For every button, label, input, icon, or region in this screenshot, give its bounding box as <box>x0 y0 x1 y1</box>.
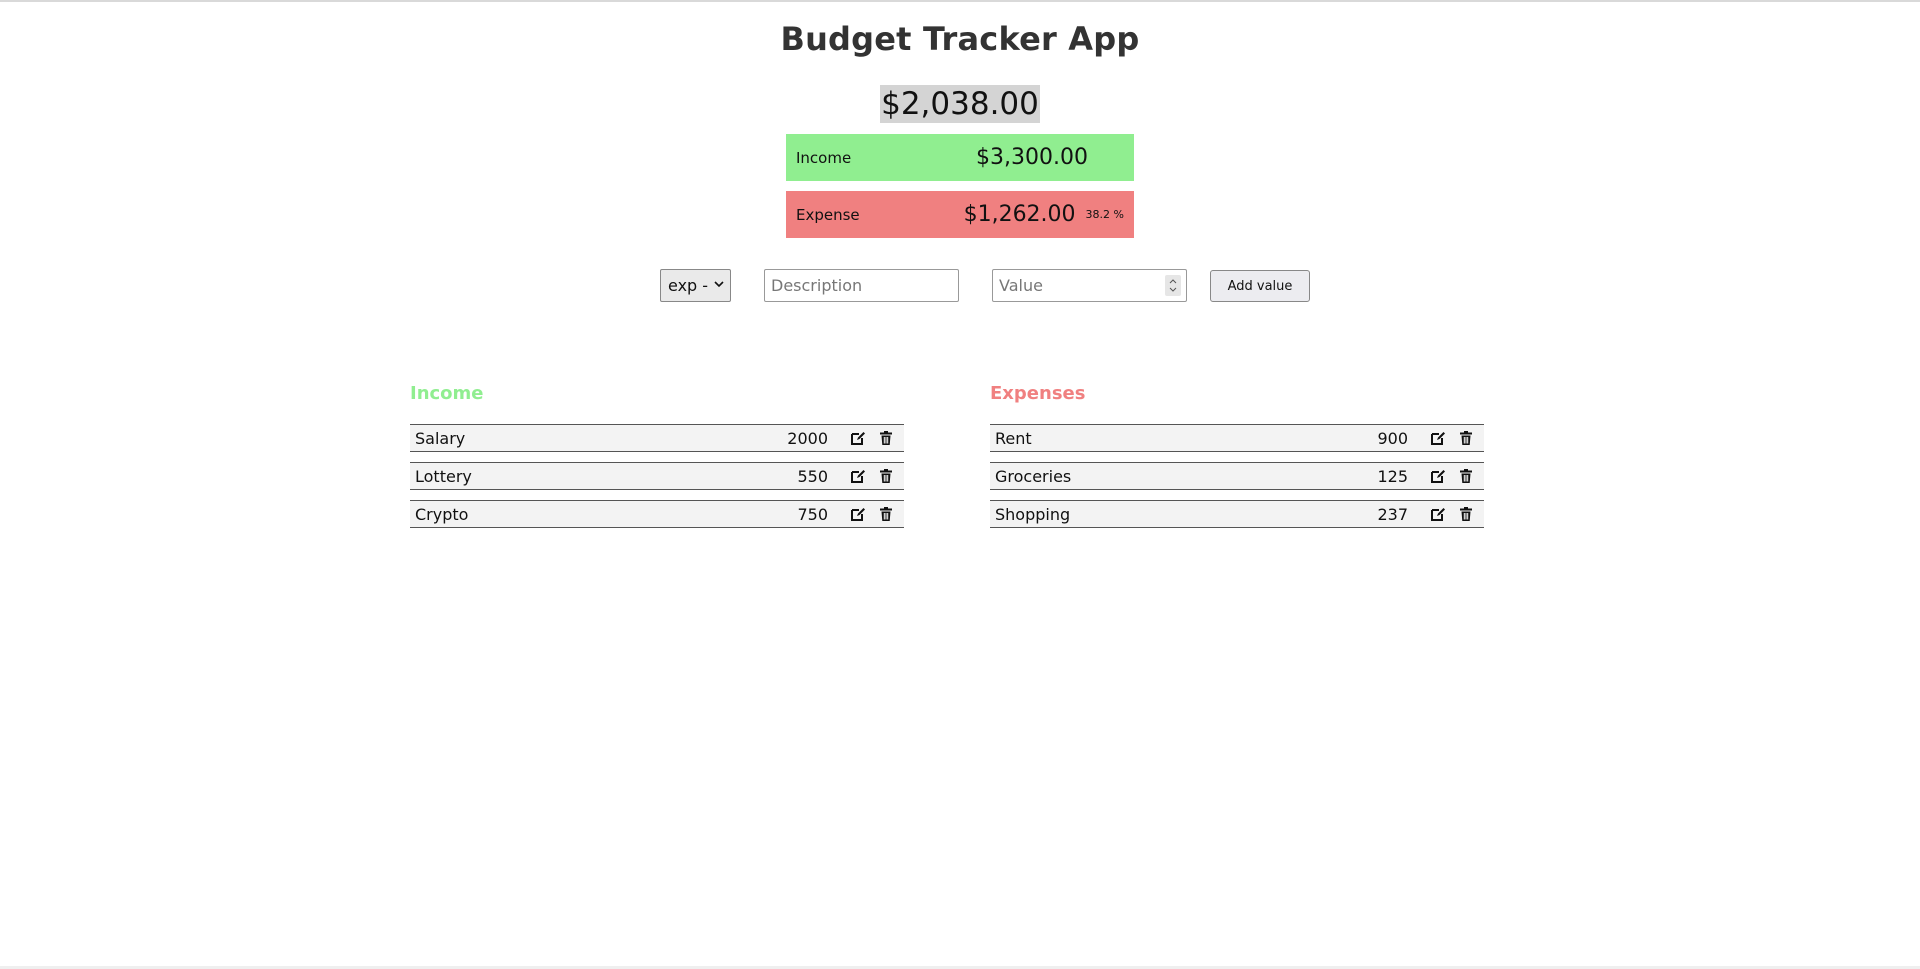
item-description: Groceries <box>995 466 1072 486</box>
trash-icon[interactable] <box>1456 466 1476 486</box>
type-select-value: exp - <box>668 276 709 295</box>
total-balance: $2,038.00 <box>880 85 1040 123</box>
type-select[interactable]: exp - <box>660 269 731 302</box>
list-item: Rent 900 <box>990 424 1484 452</box>
chevron-down-icon <box>714 278 724 292</box>
value-input[interactable] <box>992 269 1187 302</box>
description-input[interactable] <box>764 269 959 302</box>
list-item: Groceries 125 <box>990 462 1484 490</box>
expense-summary: Expense $1,262.00 38.2 % <box>786 191 1134 238</box>
income-list: Income Salary 2000 Lottery 550 Crypto 750 <box>410 383 904 538</box>
expense-percentage: 38.2 % <box>1085 208 1124 221</box>
list-item: Lottery 550 <box>410 462 904 490</box>
item-description: Shopping <box>995 504 1071 524</box>
item-value: 750 <box>797 504 828 524</box>
edit-icon[interactable] <box>1428 504 1448 524</box>
item-description: Salary <box>415 428 466 448</box>
expense-rows: Rent 900 Groceries 125 Shopping 237 <box>990 424 1484 528</box>
add-value-button[interactable]: Add value <box>1210 270 1310 302</box>
income-rows: Salary 2000 Lottery 550 Crypto 750 <box>410 424 904 528</box>
income-summary-amount: $3,300.00 <box>976 145 1088 170</box>
page-title: Budget Tracker App <box>780 20 1140 58</box>
edit-icon[interactable] <box>1428 428 1448 448</box>
trash-icon[interactable] <box>876 466 896 486</box>
trash-icon[interactable] <box>1456 504 1476 524</box>
trash-icon[interactable] <box>876 428 896 448</box>
item-description: Crypto <box>415 504 469 524</box>
item-value: 237 <box>1377 504 1408 524</box>
item-value: 550 <box>797 466 828 486</box>
page: Budget Tracker App $2,038.00 Income $3,3… <box>0 0 1920 969</box>
trash-icon[interactable] <box>1456 428 1476 448</box>
edit-icon[interactable] <box>1428 466 1448 486</box>
income-summary: Income $3,300.00 <box>786 134 1134 181</box>
edit-icon[interactable] <box>848 428 868 448</box>
expenses-list-heading: Expenses <box>990 383 1086 404</box>
edit-icon[interactable] <box>848 504 868 524</box>
expense-summary-label: Expense <box>796 205 860 224</box>
income-list-heading: Income <box>410 383 484 404</box>
balance-container: $2,038.00 <box>0 85 1920 123</box>
value-spinner[interactable] <box>1165 275 1181 296</box>
trash-icon[interactable] <box>876 504 896 524</box>
list-item: Salary 2000 <box>410 424 904 452</box>
edit-icon[interactable] <box>848 466 868 486</box>
expenses-list: Expenses Rent 900 Groceries 125 Shopping 237 <box>990 383 1484 538</box>
item-value: 125 <box>1377 466 1408 486</box>
add-entry-form: exp - Add value <box>0 269 1920 303</box>
list-item: Crypto 750 <box>410 500 904 528</box>
item-value: 900 <box>1377 428 1408 448</box>
value-field <box>992 269 1187 302</box>
item-description: Rent <box>995 428 1032 448</box>
expense-summary-amount: $1,262.00 <box>963 202 1076 227</box>
item-value: 2000 <box>787 428 828 448</box>
list-item: Shopping 237 <box>990 500 1484 528</box>
top-divider <box>0 0 1920 2</box>
item-description: Lottery <box>415 466 472 486</box>
income-summary-label: Income <box>796 148 852 167</box>
